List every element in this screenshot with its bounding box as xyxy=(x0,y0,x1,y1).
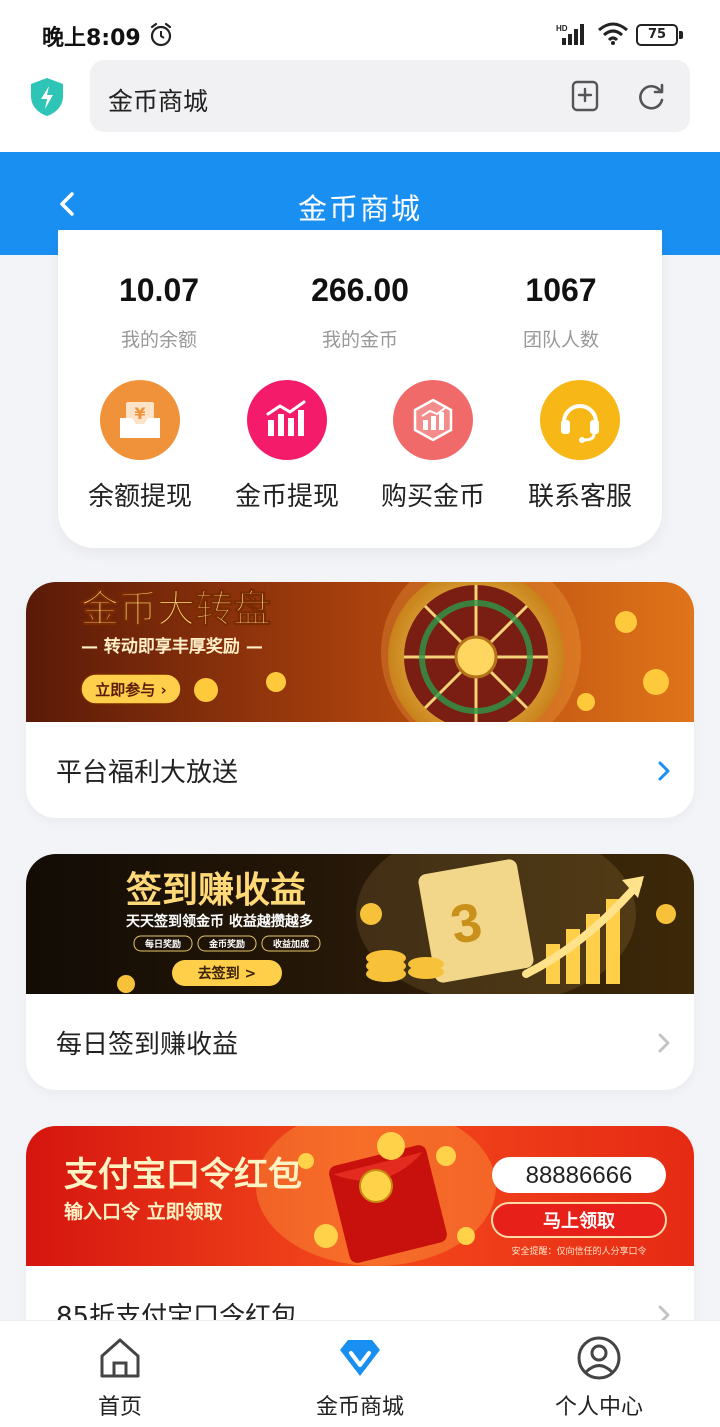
banner-wheel: 金币大转盘 — 转动即享丰厚奖励 — 立即参与 › xyxy=(26,582,694,722)
stat-balance: 10.07 我的余额 xyxy=(59,272,259,352)
wallet-yen-icon: ¥ xyxy=(100,380,180,460)
signal-icon: HD xyxy=(556,24,584,45)
svg-text:输入口令 立即领取: 输入口令 立即领取 xyxy=(64,1200,223,1223)
battery-level: 75 xyxy=(636,24,678,46)
battery-indicator: 75 xyxy=(636,24,684,46)
browser-bar: 金币商城 xyxy=(0,60,720,152)
stat-value: 1067 xyxy=(525,272,597,308)
action-label: 购买金币 xyxy=(380,482,485,512)
banner-subtitle: 输入口令 立即领取 xyxy=(64,1200,223,1223)
status-bar: 晚上8:09 HD 75 xyxy=(0,0,720,60)
svg-text:金币奖励: 金币奖励 xyxy=(208,938,245,950)
status-time: 晚上8:09 xyxy=(42,26,141,51)
hexagon-chart-icon xyxy=(393,380,473,460)
chevron-right-icon xyxy=(658,1033,670,1053)
nav-item-profile[interactable]: 个人中心 xyxy=(519,1335,679,1421)
svg-text:收益加成: 收益加成 xyxy=(273,938,309,950)
banner-heading-text: 支付宝口令红包 xyxy=(64,1155,302,1195)
banner-heading-text: 金币大转盘 xyxy=(80,587,271,631)
wifi-icon xyxy=(598,22,628,45)
banner-tag: 金币奖励 xyxy=(208,938,245,950)
bar-chart-icon xyxy=(247,380,327,460)
account-summary-card: 10.07 我的余额 266.00 我的金币 1067 团队人数 ¥ 余额提现 xyxy=(58,230,662,548)
nav-item-home[interactable]: 首页 xyxy=(40,1335,200,1421)
reload-icon[interactable] xyxy=(635,80,667,112)
banner-heading-text: 签到赚收益 xyxy=(126,870,306,911)
nav-label: 首页 xyxy=(97,1395,142,1420)
stat-team: 1067 团队人数 xyxy=(461,272,661,352)
svg-text:立即参与 ›: 立即参与 › xyxy=(95,681,166,699)
stat-label: 团队人数 xyxy=(522,329,599,351)
password-code: 88886666 xyxy=(526,1162,633,1189)
action-label: 联系客服 xyxy=(527,482,632,512)
alarm-icon xyxy=(150,22,172,47)
banner-tag: 收益加成 xyxy=(273,938,309,950)
banner-heading: 金币大转盘 xyxy=(80,587,272,632)
stat-label: 我的余额 xyxy=(120,329,197,351)
svg-text:— 转动即享丰厚奖励 —: — 转动即享丰厚奖励 — xyxy=(81,636,263,657)
action-label: 余额提现 xyxy=(87,482,192,512)
banner-cta: 去签到 > xyxy=(198,965,257,982)
svg-text:天天签到领金币 收益越攒越多: 天天签到领金币 收益越攒越多 xyxy=(126,913,313,930)
banner-redpacket: 支付宝口令红包 输入口令 立即领取 88886666 马上领取 安全提醒：仅向信… xyxy=(26,1126,694,1266)
coin-withdraw-button[interactable]: 金币提现 xyxy=(217,380,357,513)
banner-signin: 3 签到赚收益 天天签到领金币 收益越攒越多 每日奖励 金币奖励 收益加成 去签… xyxy=(26,854,694,994)
svg-text:每日奖励: 每日奖励 xyxy=(145,938,181,950)
promo-title: 平台福利大放送 xyxy=(56,758,239,788)
action-label: 金币提现 xyxy=(234,482,339,512)
svg-text:88886666: 88886666 xyxy=(526,1162,633,1189)
svg-text:马上领取: 马上领取 xyxy=(543,1210,616,1232)
banner-tag: 每日奖励 xyxy=(145,938,181,950)
banner-subtitle: 天天签到领金币 收益越攒越多 xyxy=(126,913,313,930)
nav-label: 金币商城 xyxy=(315,1395,404,1420)
page-title: 金币商城 xyxy=(297,192,422,226)
stat-value: 10.07 xyxy=(118,272,200,308)
headset-icon xyxy=(540,380,620,460)
promo-card-signin[interactable]: 3 签到赚收益 天天签到领金币 收益越攒越多 每日奖励 金币奖励 收益加成 去签… xyxy=(26,854,694,1090)
banner-note: 安全提醒：仅向信任的人分享口令 xyxy=(511,1245,646,1257)
diamond-icon xyxy=(340,1340,380,1376)
svg-text:安全提醒：仅向信任的人分享口令: 安全提醒：仅向信任的人分享口令 xyxy=(511,1245,646,1257)
buy-coins-button[interactable]: 购买金币 xyxy=(363,380,503,513)
home-icon xyxy=(100,1338,140,1378)
svg-text:¥: ¥ xyxy=(134,404,145,423)
svg-text:支付宝口令红包: 支付宝口令红包 xyxy=(64,1155,302,1195)
balance-withdraw-button[interactable]: ¥ 余额提现 xyxy=(70,380,210,513)
svg-text:签到赚收益: 签到赚收益 xyxy=(126,870,306,911)
svg-text:去签到 >: 去签到 > xyxy=(198,965,257,982)
bottom-nav: 首页 金币商城 个人中心 xyxy=(0,1320,720,1427)
bookmark-add-icon[interactable] xyxy=(570,80,600,112)
promo-card-wheel[interactable]: 金币大转盘 — 转动即享丰厚奖励 — 立即参与 › 平台福利大放送 xyxy=(26,582,694,818)
customer-service-button[interactable]: 联系客服 xyxy=(510,380,650,513)
stat-value: 266.00 xyxy=(311,272,409,308)
banner-subtitle: — 转动即享丰厚奖励 — xyxy=(81,636,263,657)
stat-coins: 266.00 我的金币 xyxy=(260,272,460,352)
url-bar[interactable]: 金币商城 xyxy=(90,60,690,132)
url-title: 金币商城 xyxy=(108,87,209,116)
stat-label: 我的金币 xyxy=(321,329,398,351)
nav-label: 个人中心 xyxy=(554,1395,643,1420)
nav-item-coin-mall[interactable]: 金币商城 xyxy=(280,1335,440,1421)
battery-cap xyxy=(679,31,683,39)
promo-title: 每日签到赚收益 xyxy=(56,1030,239,1060)
banner-cta: 马上领取 xyxy=(543,1210,616,1232)
shield-icon[interactable] xyxy=(28,76,66,118)
user-icon xyxy=(577,1336,621,1380)
svg-text:金币大转盘: 金币大转盘 xyxy=(80,587,271,631)
svg-text:HD: HD xyxy=(556,24,568,33)
banner-cta: 立即参与 › xyxy=(95,681,166,699)
chevron-right-icon xyxy=(658,761,670,781)
